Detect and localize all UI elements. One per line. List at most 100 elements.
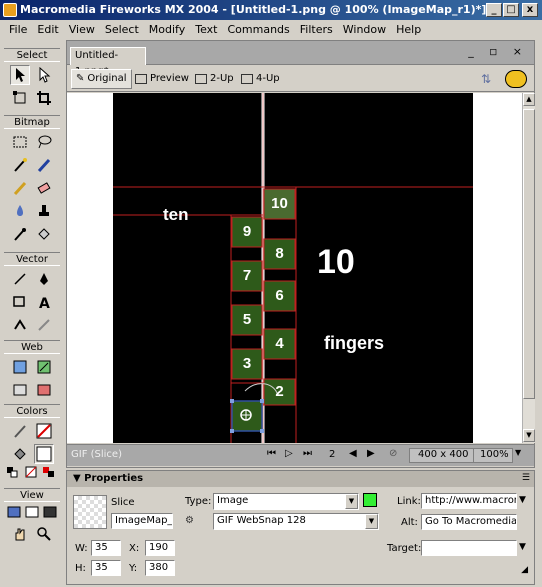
fireworks-app-icon[interactable] xyxy=(3,3,17,17)
zoom-dropdown-arrow[interactable]: ▼ xyxy=(515,448,521,457)
subselection-tool[interactable] xyxy=(34,65,54,85)
hotspot-tool[interactable] xyxy=(10,357,30,377)
height-field[interactable]: 35 xyxy=(91,560,121,576)
menu-text[interactable]: Text xyxy=(190,23,222,36)
panel-options-icon[interactable]: ☰ xyxy=(522,473,530,483)
type-label: Type: xyxy=(185,496,212,507)
menu-modify[interactable]: Modify xyxy=(144,23,190,36)
document-status-bar: GIF (Slice) ⏮ ▷ ⏭ 2 ◀ ▶ ⊘ 400 x 400 100%… xyxy=(67,444,534,466)
stroke-color-swatch[interactable] xyxy=(34,421,54,441)
swap-colors-button[interactable] xyxy=(42,466,58,478)
fill-color-tool[interactable] xyxy=(10,444,30,464)
full-screen-mode[interactable] xyxy=(42,504,58,520)
target-dropdown-arrow[interactable]: ▼ xyxy=(519,542,526,552)
text-tool[interactable]: A xyxy=(34,292,54,312)
swap-icon[interactable]: ⇅ xyxy=(481,72,497,86)
resize-handle[interactable] xyxy=(230,429,234,433)
hide-slices-icon xyxy=(13,384,27,396)
fill-color-swatch[interactable] xyxy=(34,444,54,464)
export-format-select[interactable]: GIF WebSnap 128 ▼ xyxy=(213,513,379,530)
stop-icon[interactable]: ⊘ xyxy=(389,448,397,459)
tab-original[interactable]: ✎ Original xyxy=(71,69,132,89)
knife-tool[interactable] xyxy=(34,315,54,335)
tab-4up[interactable]: 4-Up xyxy=(237,69,284,89)
play-button[interactable]: ▷ xyxy=(285,448,293,459)
menu-filters[interactable]: Filters xyxy=(295,23,338,36)
blur-tool[interactable] xyxy=(10,201,30,221)
menu-file[interactable]: File xyxy=(4,23,32,36)
window-title-bar[interactable]: Macromedia Fireworks MX 2004 - [Untitled… xyxy=(0,0,542,20)
maximize-button[interactable]: □ xyxy=(503,3,519,17)
slice-label-10: 10 xyxy=(271,195,288,212)
vertical-scrollbar[interactable]: ▲ ▼ xyxy=(522,93,535,443)
pointer-tool[interactable] xyxy=(10,65,30,85)
macromedia-logo-icon[interactable] xyxy=(505,70,527,88)
tab-preview[interactable]: Preview xyxy=(131,69,193,89)
selected-slice-hotspot[interactable] xyxy=(231,400,263,432)
first-frame-button[interactable]: ⏮ xyxy=(267,448,276,459)
resize-grip-icon[interactable]: ◢ xyxy=(521,565,528,575)
type-select[interactable]: Image ▼ xyxy=(213,493,359,510)
menu-window[interactable]: Window xyxy=(338,23,391,36)
eyedropper-tool[interactable] xyxy=(10,224,30,244)
lasso-tool[interactable] xyxy=(34,132,54,152)
next-frame-button[interactable]: ▶ xyxy=(367,448,375,459)
full-screen-menu-mode[interactable] xyxy=(24,504,40,520)
target-field[interactable] xyxy=(421,540,517,556)
tab-2up[interactable]: 2-Up xyxy=(191,69,238,89)
rubber-stamp-tool[interactable] xyxy=(34,201,54,221)
stroke-color-tool[interactable] xyxy=(10,421,30,441)
scroll-up-button[interactable]: ▲ xyxy=(523,93,535,106)
resize-handle[interactable] xyxy=(230,399,234,403)
zoom-level[interactable]: 100% xyxy=(473,448,513,463)
alt-field[interactable]: Go To Macromedia xyxy=(421,514,517,530)
canvas-text-fingers: fingers xyxy=(324,333,385,353)
document-window-controls[interactable]: _ ◽ × xyxy=(468,45,528,58)
brush-tool[interactable] xyxy=(34,155,54,175)
scroll-down-button[interactable]: ▼ xyxy=(523,429,535,442)
x-field[interactable]: 190 xyxy=(145,540,175,556)
paint-bucket-tool[interactable] xyxy=(34,224,54,244)
scale-tool[interactable] xyxy=(10,88,30,108)
menu-view[interactable]: View xyxy=(64,23,100,36)
link-field[interactable]: http://www.macrome xyxy=(421,493,517,509)
document-tab[interactable]: Untitled-1.png* xyxy=(70,47,146,77)
minimize-button[interactable]: _ xyxy=(486,3,502,17)
rectangle-tool[interactable] xyxy=(10,292,30,312)
properties-header[interactable]: ▼ Properties xyxy=(67,471,534,487)
prev-frame-button[interactable]: ◀ xyxy=(349,448,357,459)
no-color-button[interactable] xyxy=(24,466,40,478)
menu-edit[interactable]: Edit xyxy=(32,23,63,36)
subselect-icon xyxy=(39,67,51,83)
eraser-tool[interactable] xyxy=(34,178,54,198)
last-frame-button[interactable]: ⏭ xyxy=(303,448,312,459)
pen-tool[interactable] xyxy=(34,269,54,289)
default-colors-button[interactable] xyxy=(6,466,22,478)
slice-tool[interactable] xyxy=(34,357,54,377)
hand-tool[interactable] xyxy=(10,524,30,544)
magic-wand-tool[interactable] xyxy=(10,155,30,175)
close-button[interactable]: x xyxy=(522,3,538,17)
crop-tool[interactable] xyxy=(34,88,54,108)
line-tool[interactable] xyxy=(10,269,30,289)
zoom-tool[interactable] xyxy=(34,524,54,544)
freeform-tool[interactable] xyxy=(10,315,30,335)
menu-commands[interactable]: Commands xyxy=(222,23,294,36)
canvas-size-readout[interactable]: 400 x 400 xyxy=(409,448,478,463)
marquee-tool[interactable] xyxy=(10,132,30,152)
show-slices-button[interactable] xyxy=(34,380,54,400)
link-dropdown-arrow[interactable]: ▼ xyxy=(519,495,526,505)
width-field[interactable]: 35 xyxy=(91,540,121,556)
pencil-icon xyxy=(13,181,27,196)
scroll-thumb[interactable] xyxy=(523,109,535,399)
resize-handle[interactable] xyxy=(260,429,264,433)
canvas-area[interactable]: 10 9 8 7 6 5 4 3 2 ten 10 fingers xyxy=(67,93,522,443)
slice-overlay-color-swatch[interactable] xyxy=(363,493,377,507)
hide-slices-button[interactable] xyxy=(10,380,30,400)
y-field[interactable]: 380 xyxy=(145,560,175,576)
standard-screen-mode[interactable] xyxy=(6,504,22,520)
menu-select[interactable]: Select xyxy=(100,23,144,36)
slice-name-field[interactable]: ImageMap_r xyxy=(111,513,173,529)
menu-help[interactable]: Help xyxy=(391,23,426,36)
pencil-tool[interactable] xyxy=(10,178,30,198)
